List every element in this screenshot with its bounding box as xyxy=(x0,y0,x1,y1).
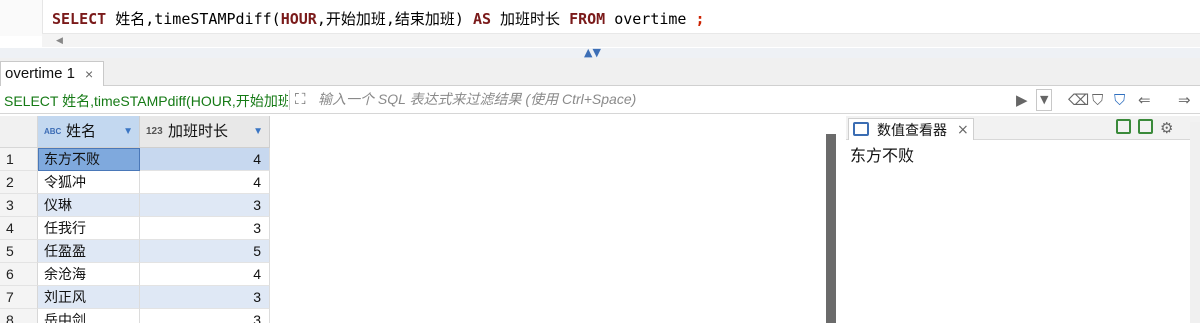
table-row[interactable]: 3 仪琳 3 xyxy=(0,194,824,217)
cell-hours[interactable]: 3 xyxy=(140,286,270,309)
cell-hours[interactable]: 4 xyxy=(140,148,270,171)
scroll-left-icon[interactable]: ◀ xyxy=(56,34,63,48)
sql-text: overtime xyxy=(605,10,696,28)
filter-divider xyxy=(289,90,290,110)
sql-text: ,开始加班,结束加班) xyxy=(316,10,473,28)
row-number[interactable]: 7 xyxy=(0,286,38,309)
sql-text: 姓名,timeSTAMPdiff( xyxy=(106,10,281,28)
table-row[interactable]: 2 令狐冲 4 xyxy=(0,171,824,194)
column-header-label: 姓名 xyxy=(66,123,97,140)
table-row[interactable]: 7 刘正风 3 xyxy=(0,286,824,309)
results-tabbar: overtime 1 × xyxy=(0,58,1200,87)
filter-icon[interactable]: ⛉ xyxy=(1114,88,1125,112)
table-row[interactable]: 4 任我行 3 xyxy=(0,217,824,240)
row-number[interactable]: 6 xyxy=(0,263,38,286)
value-viewer-title: 数值查看器 xyxy=(877,122,947,138)
table-row[interactable]: 1 东方不败 4 xyxy=(0,148,824,171)
cell-name[interactable]: 令狐冲 xyxy=(38,171,140,194)
tab-overtime-1[interactable]: overtime 1 × xyxy=(0,61,104,87)
cell-name[interactable]: 余沧海 xyxy=(38,263,140,286)
value-viewer-content[interactable]: 东方不败 xyxy=(850,142,914,166)
sort-icon[interactable]: ▼ xyxy=(123,116,133,148)
cell-hours[interactable]: 4 xyxy=(140,263,270,286)
app-window: SELECT 姓名,timeSTAMPdiff(HOUR,开始加班,结束加班) … xyxy=(0,0,1200,323)
row-number[interactable]: 8 xyxy=(0,309,38,323)
value-viewer-header: 数值查看器 × ⚙ ⋮ xyxy=(846,116,1200,140)
sql-keyword-hour: HOUR xyxy=(280,10,317,28)
eraser-icon[interactable]: ⌫ xyxy=(1068,88,1089,112)
close-icon[interactable]: × xyxy=(85,62,93,86)
table-row[interactable]: 5 任盈盈 5 xyxy=(0,240,824,263)
editor-gutter xyxy=(0,0,42,36)
cell-hours[interactable]: 3 xyxy=(140,194,270,217)
cell-name[interactable]: 任我行 xyxy=(38,217,140,240)
close-icon[interactable]: × xyxy=(957,119,969,141)
column-header-hours[interactable]: 123 加班时长 ▼ xyxy=(140,116,270,148)
grid-panel-splitter[interactable] xyxy=(826,134,836,323)
row-number[interactable]: 3 xyxy=(0,194,38,217)
filter-query-text[interactable]: SELECT 姓名,timeSTAMPdiff(HOUR,开始加班 xyxy=(4,91,288,111)
sql-semicolon: ; xyxy=(695,10,705,28)
cell-name[interactable]: 岳中剑 xyxy=(38,309,140,323)
sql-text: 加班时长 xyxy=(491,10,570,28)
run-filter-icon[interactable]: ▶ xyxy=(1016,88,1028,112)
cell-hours[interactable]: 3 xyxy=(140,309,270,323)
value-viewer-panel: 数值查看器 × ⚙ ⋮ 东方不败 xyxy=(846,116,1200,323)
cell-hours[interactable]: 4 xyxy=(140,171,270,194)
cell-hours[interactable]: 3 xyxy=(140,217,270,240)
back-icon[interactable]: ⇐ xyxy=(1138,88,1151,112)
save-icon[interactable] xyxy=(1116,119,1131,134)
grid-header-empty xyxy=(270,116,824,148)
row-number[interactable]: 1 xyxy=(0,148,38,171)
value-viewer-scrollbar[interactable] xyxy=(1190,122,1200,323)
filter-bar: SELECT 姓名,timeSTAMPdiff(HOUR,开始加班 ⛶ ▶ ▼ … xyxy=(0,86,1200,114)
table-row[interactable]: 8 岳中剑 3 xyxy=(0,309,824,323)
cell-name[interactable]: 东方不败 xyxy=(38,148,140,171)
editor-horizontal-scrollbar[interactable]: ◀ xyxy=(42,33,1200,47)
row-number[interactable]: 4 xyxy=(0,217,38,240)
sql-keyword-from: FROM xyxy=(569,10,606,28)
collapse-expand-icon[interactable]: ▲▼ xyxy=(584,47,601,58)
row-number[interactable]: 2 xyxy=(0,171,38,194)
value-viewer-icon xyxy=(853,122,869,136)
tab-label: overtime 1 xyxy=(5,65,76,82)
tab-value-viewer[interactable]: 数值查看器 × xyxy=(848,118,974,140)
sql-keyword-select: SELECT xyxy=(52,10,107,28)
gear-icon[interactable]: ⚙ xyxy=(1160,116,1173,140)
cell-name[interactable]: 仪琳 xyxy=(38,194,140,217)
column-header-label: 加班时长 xyxy=(168,123,229,140)
expand-icon[interactable]: ⛶ xyxy=(295,90,306,108)
sql-statement[interactable]: SELECT 姓名,timeSTAMPdiff(HOUR,开始加班,结束加班) … xyxy=(52,8,705,29)
cell-hours[interactable]: 5 xyxy=(140,240,270,263)
row-number[interactable]: 5 xyxy=(0,240,38,263)
cell-name[interactable]: 刘正风 xyxy=(38,286,140,309)
number-type-icon: 123 xyxy=(146,126,163,137)
filter-input[interactable] xyxy=(318,91,1008,107)
results-grid: ABC 姓名 ▼ 123 加班时长 ▼ 1 东方不败 4 2 令狐冲 4 3 仪… xyxy=(0,116,824,323)
editor-results-sash[interactable]: ▲▼ xyxy=(0,47,1200,58)
forward-icon[interactable]: ⇒ xyxy=(1178,88,1191,112)
filter-settings-icon[interactable]: ⛉ xyxy=(1092,88,1103,112)
filter-history-dropdown-icon[interactable]: ▼ xyxy=(1036,89,1053,111)
table-row[interactable]: 6 余沧海 4 xyxy=(0,263,824,286)
sql-keyword-as: AS xyxy=(472,10,491,28)
row-number-header[interactable] xyxy=(0,116,38,148)
gutter-divider xyxy=(42,0,43,36)
save-as-icon[interactable] xyxy=(1138,119,1153,134)
column-header-name[interactable]: ABC 姓名 ▼ xyxy=(38,116,140,148)
cell-name[interactable]: 任盈盈 xyxy=(38,240,140,263)
sql-editor[interactable]: SELECT 姓名,timeSTAMPdiff(HOUR,开始加班,结束加班) … xyxy=(0,0,1200,58)
sort-icon[interactable]: ▼ xyxy=(253,116,263,148)
text-type-icon: ABC xyxy=(44,127,62,136)
